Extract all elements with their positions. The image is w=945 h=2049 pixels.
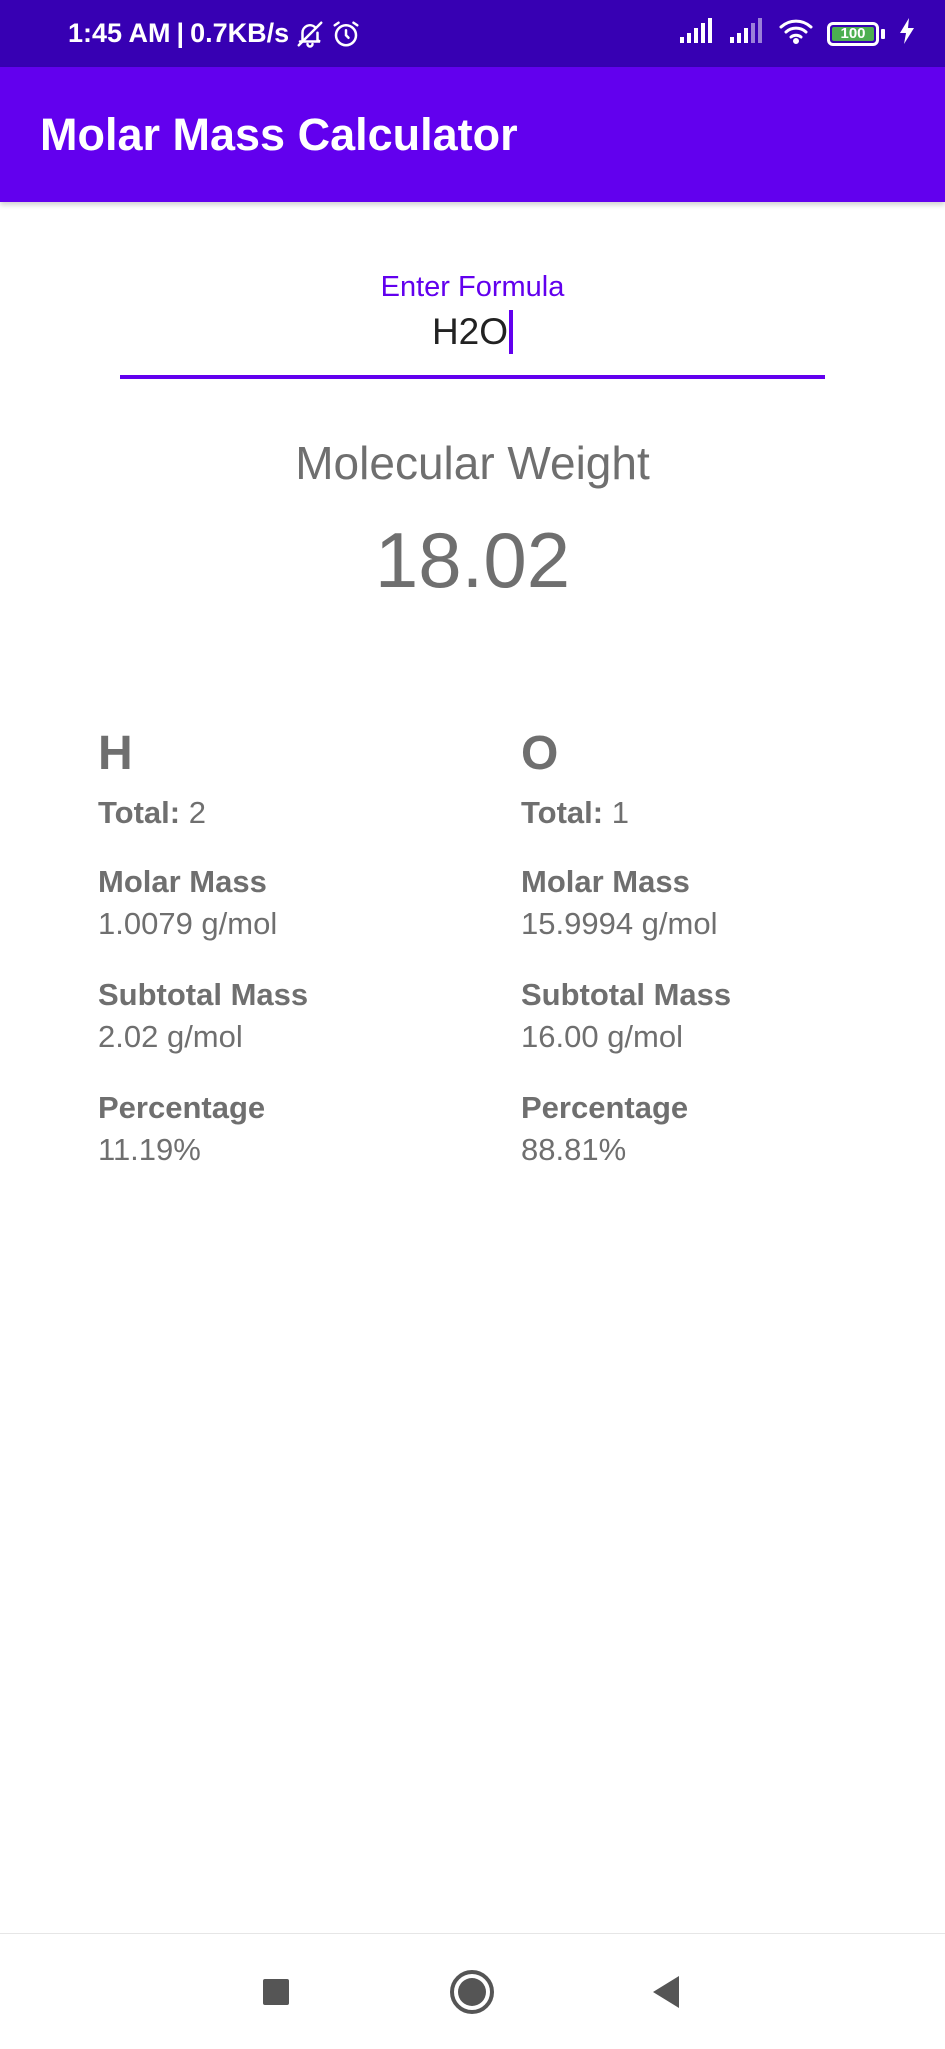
percentage-value: 88.81% — [521, 1132, 627, 1167]
alarm-icon — [331, 19, 361, 49]
input-underline — [120, 375, 825, 379]
signal-icon — [679, 18, 715, 49]
molar-mass-label: Molar Mass — [521, 864, 690, 899]
battery-icon: 100 — [827, 21, 879, 46]
home-icon — [450, 1969, 494, 2014]
percentage-label: Percentage — [521, 1090, 689, 1125]
battery-tip — [881, 28, 885, 39]
total-label: Total: — [98, 795, 181, 830]
status-right: 100 — [679, 0, 915, 67]
molecular-weight-heading: Molecular Weight — [295, 437, 650, 489]
element-symbol: H — [98, 727, 133, 780]
subtotal-mass-label: Subtotal Mass — [521, 977, 732, 1012]
bell-off-icon — [295, 19, 325, 49]
status-network-speed: 0.7KB/s — [190, 18, 290, 48]
total-value: 2 — [188, 795, 206, 830]
recents-icon — [263, 1978, 289, 2005]
back-button[interactable] — [611, 1934, 721, 2049]
status-time: 1:45 AM — [68, 18, 171, 48]
molecular-weight-value: 18.02 — [374, 516, 571, 604]
element-total: Total: 1 — [521, 792, 921, 834]
element-card-h: H Total: 2 Molar Mass 1.0079 g/mol Subto… — [98, 720, 498, 1201]
status-bar: 1:45 AM | 0.7KB/s 100 — [0, 0, 945, 67]
navigation-bar — [0, 1933, 945, 2049]
subtotal-mass-label: Subtotal Mass — [98, 977, 309, 1012]
charging-icon — [899, 18, 915, 49]
app-bar: Molar Mass Calculator — [0, 67, 945, 202]
element-symbol: O — [521, 727, 559, 780]
percentage-value: 11.19% — [98, 1132, 201, 1167]
molar-mass-value: 15.9994 g/mol — [521, 906, 718, 941]
total-label: Total: — [521, 795, 604, 830]
element-card-o: O Total: 1 Molar Mass 15.9994 g/mol Subt… — [521, 720, 921, 1201]
back-icon — [653, 1975, 679, 2008]
battery-text: 100 — [840, 25, 866, 42]
formula-label: Enter Formula — [380, 271, 565, 303]
subtotal-mass-value: 16.00 g/mol — [521, 1019, 683, 1054]
signal-icon — [729, 18, 765, 49]
status-separator: | — [176, 18, 185, 48]
percentage-label: Percentage — [98, 1090, 266, 1125]
formula-value[interactable]: H2O — [432, 311, 508, 352]
status-left: 1:45 AM | 0.7KB/s — [68, 0, 361, 67]
total-value: 1 — [611, 795, 629, 830]
wifi-icon — [779, 18, 813, 49]
app-title: Molar Mass Calculator — [40, 109, 518, 160]
formula-input[interactable]: Enter Formula H2O — [120, 262, 825, 382]
recents-button[interactable] — [221, 1934, 331, 2049]
molar-mass-label: Molar Mass — [98, 864, 267, 899]
element-total: Total: 2 — [98, 792, 498, 834]
formula-field[interactable]: H2O — [120, 310, 825, 354]
text-caret — [509, 310, 514, 354]
molar-mass-value: 1.0079 g/mol — [98, 906, 278, 941]
home-button[interactable] — [417, 1934, 527, 2049]
subtotal-mass-value: 2.02 g/mol — [98, 1019, 243, 1054]
